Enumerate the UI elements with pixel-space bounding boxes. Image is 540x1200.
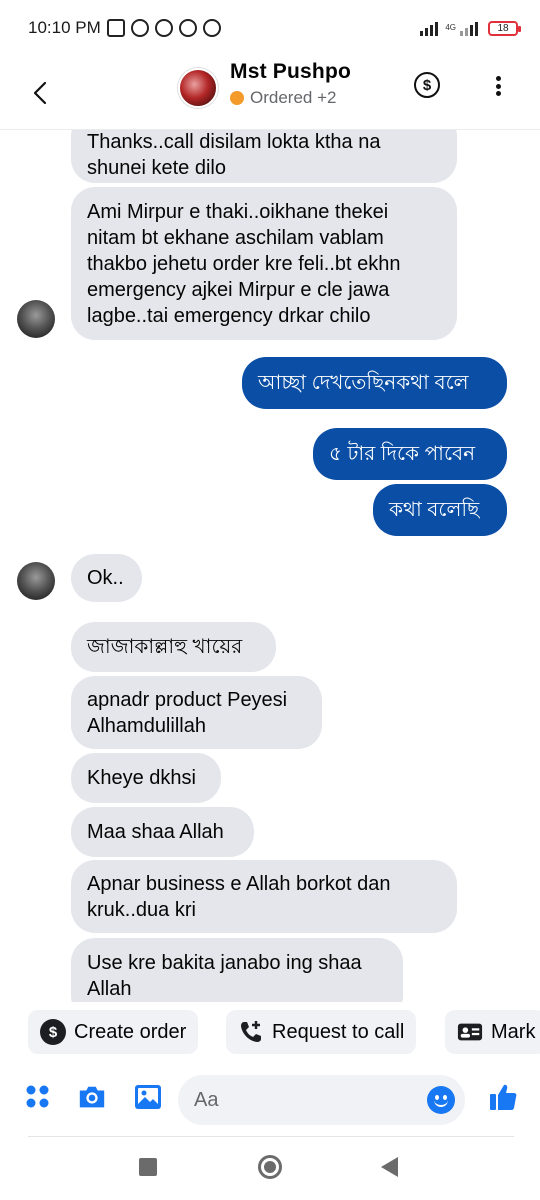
- nav-back-button[interactable]: [381, 1157, 398, 1177]
- message-input[interactable]: [194, 1088, 414, 1112]
- create-order-button[interactable]: $ Create order: [28, 1010, 199, 1054]
- apps-button[interactable]: [23, 1082, 53, 1112]
- more-options-button[interactable]: [488, 70, 508, 102]
- message-bubble-outgoing[interactable]: ৫ টার দিকে পাবেন: [313, 428, 507, 480]
- message-bubble-incoming[interactable]: Ami Mirpur e thaki..oikhane thekei nitam…: [71, 187, 457, 340]
- contact-info[interactable]: Mst Pushpo Ordered +2: [230, 60, 351, 108]
- mark-button[interactable]: Mark: [445, 1010, 540, 1054]
- message-text: apnadr product Peyesi Alhamdulillah: [87, 688, 288, 737]
- image-icon: [135, 1085, 161, 1109]
- status-bar: 10:10 PM 4G 18: [0, 0, 540, 56]
- message-text: জাজাকাল্লাহু খায়ের: [87, 636, 243, 658]
- sender-avatar[interactable]: [17, 300, 55, 338]
- system-indicators: 4G 18: [420, 20, 521, 36]
- message-bubble-incoming[interactable]: apnadr product Peyesi Alhamdulillah: [71, 676, 322, 749]
- nav-divider: [28, 1136, 514, 1137]
- apps-icon: [26, 1085, 49, 1108]
- signal-icon: [420, 20, 439, 36]
- dollar-icon: $: [422, 76, 432, 94]
- message-text: Thanks..call disilam lokta ktha na shune…: [87, 130, 381, 179]
- message-input-container[interactable]: [178, 1075, 465, 1125]
- request-to-call-label: Request to call: [272, 1020, 405, 1043]
- whatsapp-icon: [154, 19, 173, 37]
- dollar-circle-icon: $: [40, 1019, 66, 1045]
- battery-level: 18: [497, 22, 509, 34]
- back-arrow-icon: [33, 81, 47, 104]
- status-time: 10:10 PM: [28, 18, 101, 37]
- data-saver-icon: [202, 19, 221, 37]
- message-text: কথা বলেছি: [389, 499, 480, 521]
- quick-actions: $ Create order Request to call Mark: [0, 1007, 540, 1057]
- message-bubble-incoming[interactable]: Use kre bakita janabo ing shaa Allah: [71, 938, 403, 1002]
- message-text: Apnar business e Allah borkot dan kruk..…: [87, 872, 391, 921]
- message-bubble-outgoing[interactable]: কথা বলেছি: [373, 484, 507, 536]
- emoji-icon[interactable]: [427, 1086, 455, 1114]
- message-text: Kheye dkhsi: [87, 767, 196, 789]
- thumbs-up-icon: [490, 1084, 517, 1110]
- message-text: Ami Mirpur e thaki..oikhane thekei nitam…: [87, 200, 401, 327]
- back-button[interactable]: [0, 56, 80, 130]
- network-type: 4G: [445, 23, 456, 32]
- gallery-button[interactable]: [133, 1082, 163, 1112]
- message-text: ৫ টার দিকে পাবেন: [329, 443, 476, 465]
- message-bubble-incoming[interactable]: Thanks..call disilam lokta ktha na shune…: [71, 130, 457, 183]
- contact-card-icon: [457, 1019, 483, 1045]
- signal-icon-2: [460, 20, 478, 36]
- message-bubble-incoming[interactable]: Ok..: [71, 554, 142, 602]
- contact-status: Ordered +2: [230, 88, 351, 108]
- payment-button[interactable]: $: [414, 72, 440, 98]
- system-nav-bar: [0, 1140, 540, 1200]
- recents-button[interactable]: [139, 1158, 157, 1176]
- camera-button[interactable]: [77, 1082, 107, 1112]
- message-list[interactable]: Thanks..call disilam lokta ktha na shune…: [0, 130, 540, 1002]
- message-bubble-incoming[interactable]: Kheye dkhsi: [71, 753, 221, 803]
- contact-name: Mst Pushpo: [230, 60, 351, 83]
- messenger-icon: [178, 19, 197, 37]
- chat-header: Mst Pushpo Ordered +2 $: [0, 56, 540, 130]
- message-text: Ok..: [87, 567, 124, 589]
- message-bubble-incoming[interactable]: জাজাকাল্লাহু খায়ের: [71, 622, 276, 672]
- like-button[interactable]: [488, 1082, 518, 1112]
- message-bubble-incoming[interactable]: Maa shaa Allah: [71, 807, 254, 857]
- message-text: আচ্ছা দেখতেছিনকথা বলে: [258, 372, 469, 394]
- request-to-call-button[interactable]: Request to call: [226, 1010, 417, 1054]
- contact-status-label: Ordered +2: [250, 88, 337, 107]
- alarm-icon: [130, 19, 149, 37]
- battery-icon: 18: [488, 20, 521, 36]
- mute-icon: [106, 19, 125, 37]
- create-order-label: Create order: [74, 1020, 187, 1043]
- sender-avatar[interactable]: [17, 562, 55, 600]
- message-bubble-incoming[interactable]: Apnar business e Allah borkot dan kruk..…: [71, 860, 457, 933]
- message-bubble-outgoing[interactable]: আচ্ছা দেখতেছিনকথা বলে: [242, 357, 507, 409]
- contact-avatar[interactable]: [178, 68, 218, 108]
- notification-icons: [106, 19, 221, 37]
- composer-bar: [0, 1070, 540, 1132]
- mark-label: Mark: [491, 1020, 536, 1043]
- home-button[interactable]: [258, 1155, 282, 1179]
- status-dot-icon: [230, 91, 244, 105]
- more-vertical-icon: [495, 76, 501, 81]
- camera-icon: [79, 1086, 105, 1108]
- message-text: Use kre bakita janabo ing shaa Allah: [87, 952, 362, 1000]
- phone-plus-icon: [238, 1019, 264, 1045]
- message-text: Maa shaa Allah: [87, 821, 224, 843]
